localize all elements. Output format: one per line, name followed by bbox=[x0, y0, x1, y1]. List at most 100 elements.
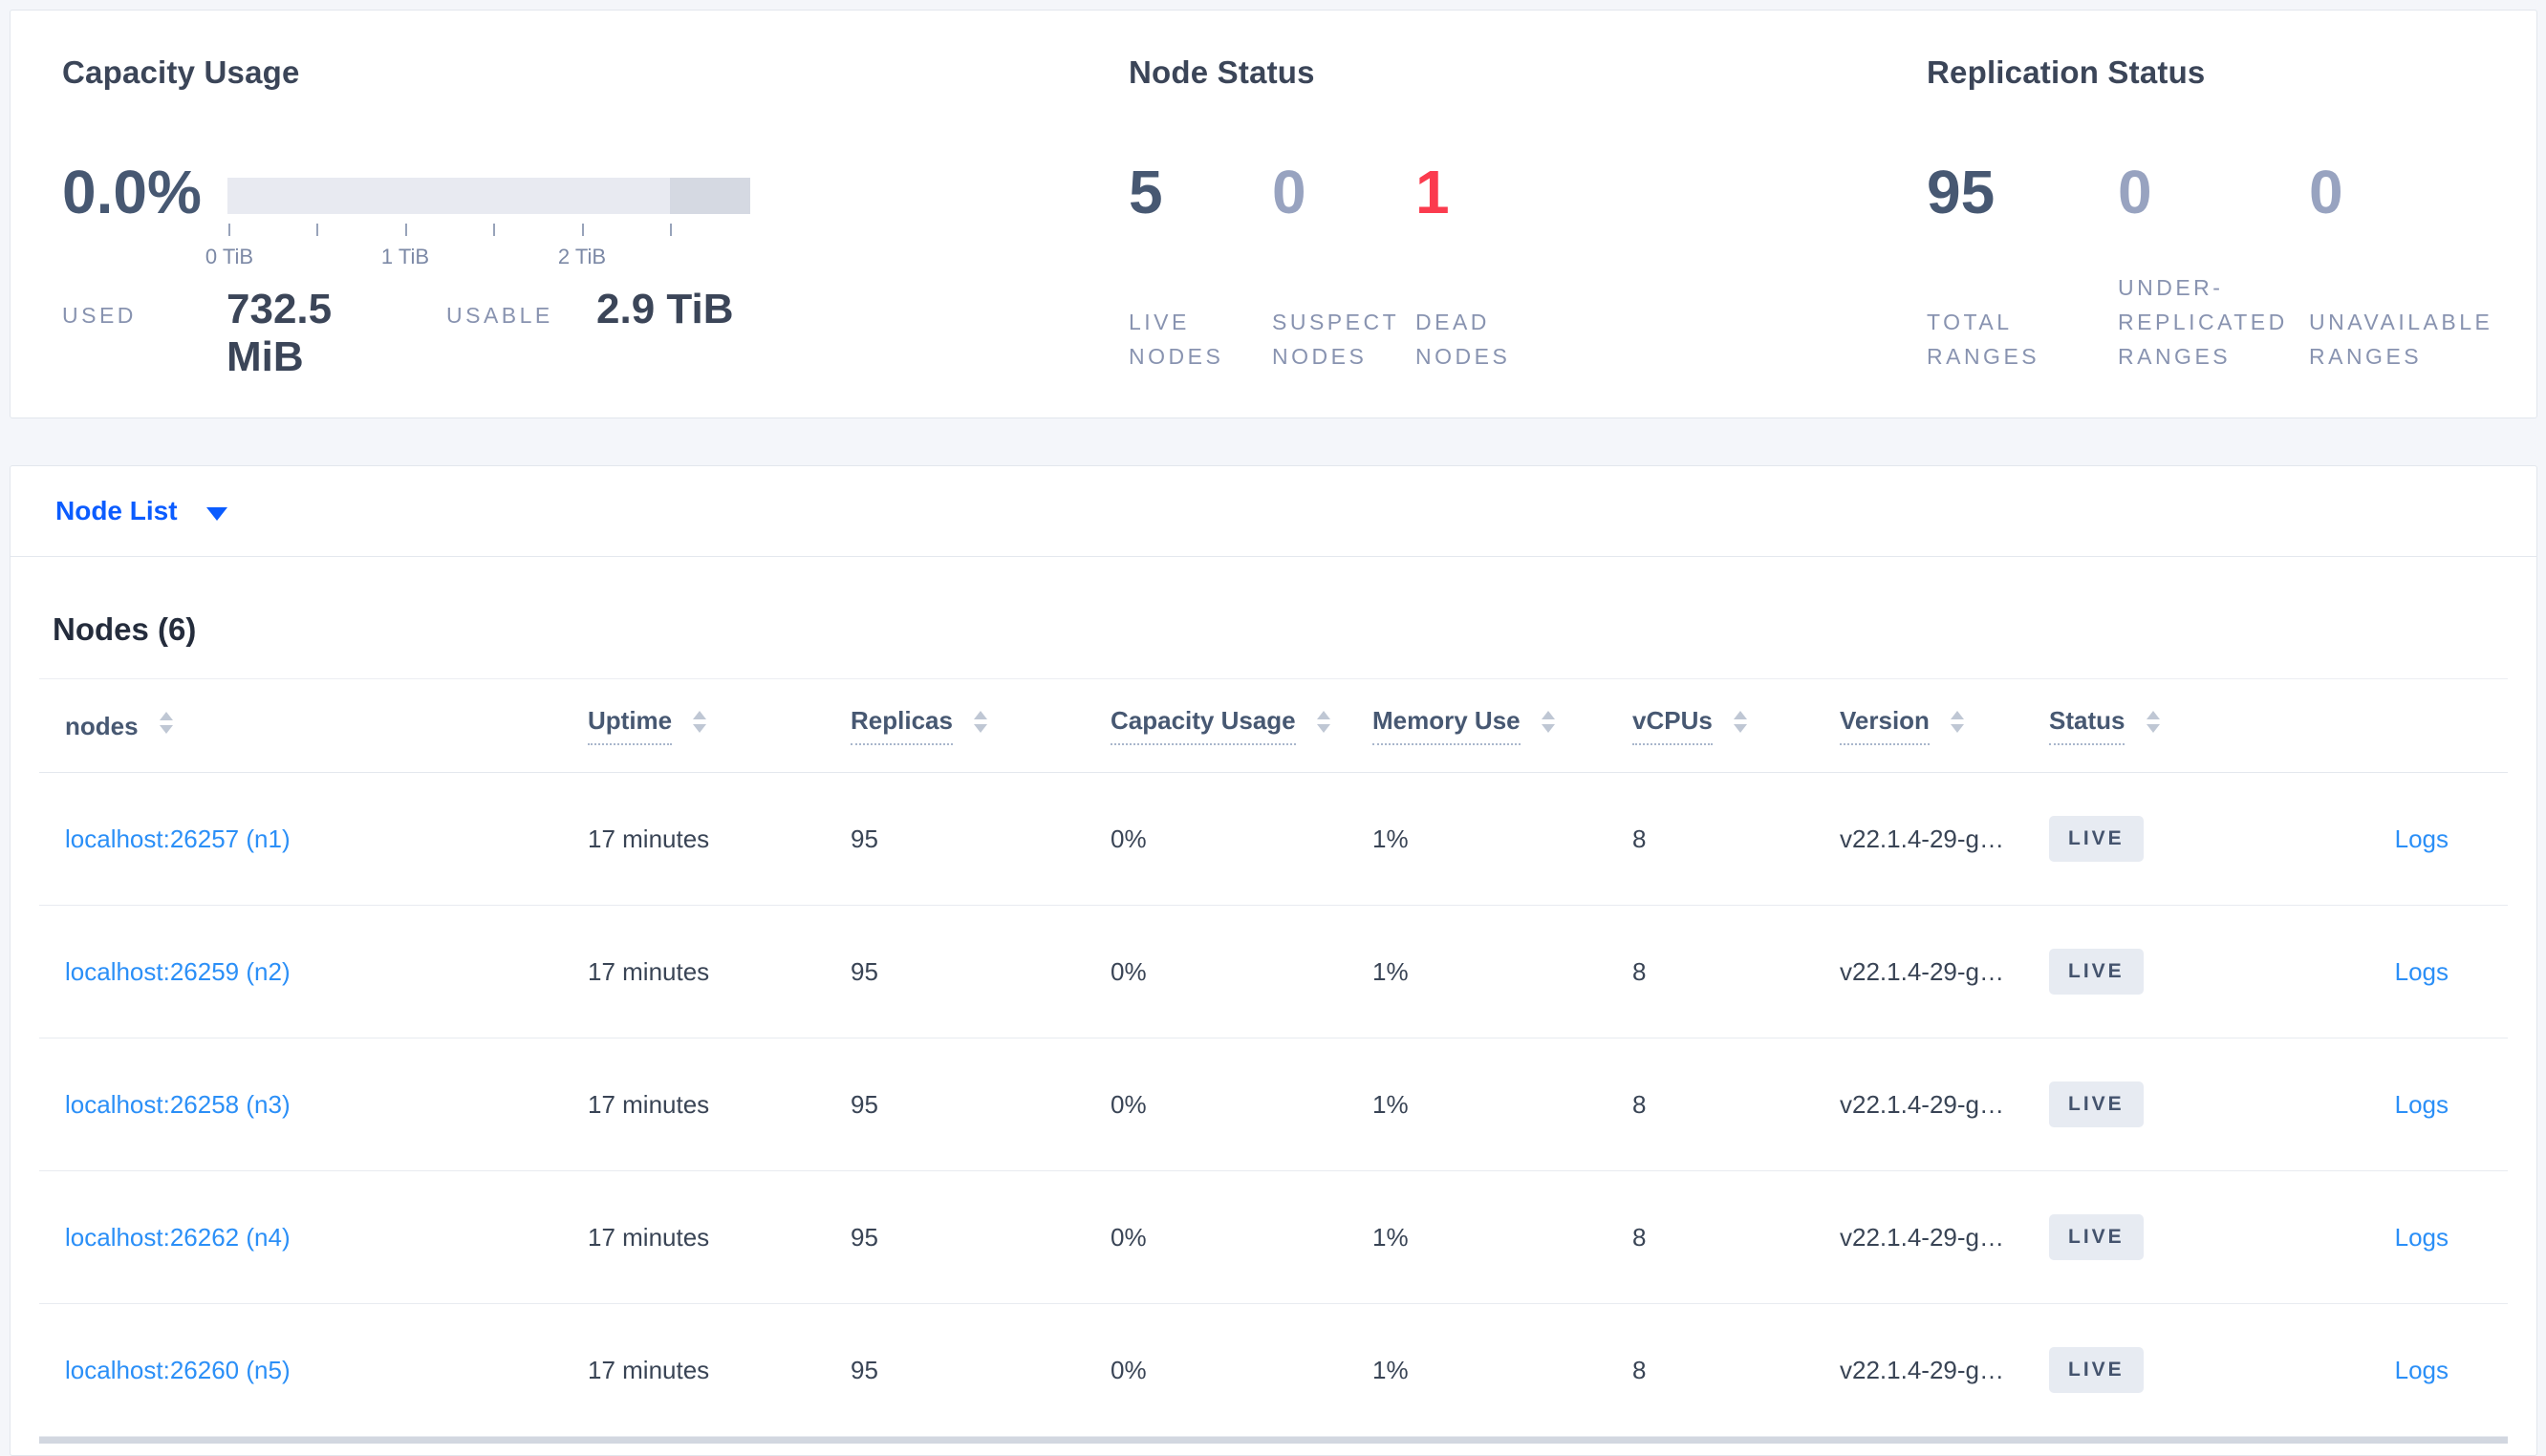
under-replicated-ranges-label: UNDER-REPLICATED RANGES bbox=[2118, 275, 2288, 369]
total-ranges-metric: 95 TOTAL RANGES bbox=[1927, 161, 2118, 374]
table-row: localhost:26257 (n1) 17 minutes 95 0% 1%… bbox=[39, 772, 2508, 906]
logs-link[interactable]: Logs bbox=[2395, 957, 2449, 986]
axis-tick bbox=[493, 224, 495, 236]
capacity-usage-cell: 0% bbox=[1111, 1303, 1372, 1437]
sort-icon bbox=[1316, 711, 1330, 733]
usable-value: 2.9 TiB bbox=[596, 286, 734, 332]
replicas-cell: 95 bbox=[851, 905, 1111, 1038]
live-nodes-value: 5 bbox=[1129, 158, 1163, 226]
replicas-cell: 95 bbox=[851, 772, 1111, 906]
memory-use-cell: 1% bbox=[1372, 905, 1632, 1038]
axis-tick bbox=[405, 224, 407, 236]
memory-use-cell: 1% bbox=[1372, 1170, 1632, 1304]
unavailable-ranges-metric: 0 UNAVAILABLE RANGES bbox=[2309, 161, 2500, 374]
logs-link[interactable]: Logs bbox=[2395, 824, 2449, 853]
column-header-version[interactable]: Version bbox=[1840, 678, 2049, 773]
node-status-title: Node Status bbox=[1129, 54, 1315, 90]
sort-icon bbox=[1541, 711, 1555, 733]
axis-tick-label: 1 TiB bbox=[380, 245, 430, 268]
capacity-usage-cell: 0% bbox=[1111, 905, 1372, 1038]
sort-icon bbox=[974, 711, 988, 733]
vcpus-cell: 8 bbox=[1632, 905, 1840, 1038]
node-address-link[interactable]: localhost:26257 (n1) bbox=[65, 824, 291, 853]
dead-nodes-label: DEAD NODES bbox=[1415, 310, 1511, 369]
table-row: localhost:26260 (n5) 17 minutes 95 0% 1%… bbox=[39, 1303, 2508, 1437]
view-selector-dropdown[interactable]: Node List bbox=[11, 466, 2536, 557]
vcpus-cell: 8 bbox=[1632, 772, 1840, 906]
column-header-logs bbox=[2278, 678, 2508, 773]
version-cell: v22.1.4-29-g… bbox=[1840, 905, 2049, 1038]
replicas-cell: 95 bbox=[851, 1303, 1111, 1437]
axis-tick-label: 0 TiB bbox=[205, 245, 254, 268]
node-address-link[interactable]: localhost:26260 (n5) bbox=[65, 1356, 291, 1384]
replicas-cell: 95 bbox=[851, 1170, 1111, 1304]
nodes-section-title: Nodes (6) bbox=[53, 611, 197, 647]
sort-icon bbox=[159, 711, 173, 734]
replicas-cell: 95 bbox=[851, 1038, 1111, 1171]
suspect-nodes-label: SUSPECT NODES bbox=[1272, 310, 1399, 369]
unavailable-ranges-label: UNAVAILABLE RANGES bbox=[2309, 310, 2493, 369]
logs-link[interactable]: Logs bbox=[2395, 1223, 2449, 1252]
table-row: localhost:26262 (n4) 17 minutes 95 0% 1%… bbox=[39, 1170, 2508, 1304]
uptime-cell: 17 minutes bbox=[588, 905, 851, 1038]
capacity-bar-chart: 0 TiB 1 TiB 2 TiB bbox=[205, 178, 750, 283]
dead-nodes-value: 1 bbox=[1415, 158, 1450, 226]
unavailable-ranges-value: 0 bbox=[2309, 158, 2343, 226]
capacity-used-percent: 0.0% bbox=[62, 158, 202, 226]
logs-link[interactable]: Logs bbox=[2395, 1090, 2449, 1119]
column-header-memory-use[interactable]: Memory Use bbox=[1372, 678, 1632, 773]
status-badge: LIVE bbox=[2049, 1214, 2144, 1260]
column-header-status[interactable]: Status bbox=[2049, 678, 2278, 773]
column-header-capacity-usage[interactable]: Capacity Usage bbox=[1111, 678, 1372, 773]
axis-tick bbox=[582, 224, 584, 236]
version-cell: v22.1.4-29-g… bbox=[1840, 1303, 2049, 1437]
usable-label: USABLE bbox=[446, 303, 553, 328]
vcpus-cell: 8 bbox=[1632, 1038, 1840, 1171]
node-address-link[interactable]: localhost:26258 (n3) bbox=[65, 1090, 291, 1119]
uptime-cell: 17 minutes bbox=[588, 1038, 851, 1171]
uptime-cell: 17 minutes bbox=[588, 1303, 851, 1437]
uptime-cell: 17 minutes bbox=[588, 772, 851, 906]
under-replicated-ranges-metric: 0 UNDER-REPLICATED RANGES bbox=[2118, 161, 2309, 374]
table-row: localhost:26258 (n3) 17 minutes 95 0% 1%… bbox=[39, 1038, 2508, 1171]
dead-nodes-metric: 1 DEAD NODES bbox=[1415, 161, 1559, 374]
status-badge: LIVE bbox=[2049, 1081, 2144, 1127]
total-ranges-label: TOTAL RANGES bbox=[1927, 310, 2040, 369]
column-header-replicas[interactable]: Replicas bbox=[851, 678, 1111, 773]
replication-status-title: Replication Status bbox=[1927, 54, 2206, 90]
axis-tick-label: 2 TiB bbox=[557, 245, 607, 268]
chevron-down-icon bbox=[205, 506, 227, 521]
nodes-section: Nodes (6) nodes Uptime Replicas Capacity… bbox=[11, 611, 2536, 1444]
memory-use-cell: 1% bbox=[1372, 1038, 1632, 1171]
suspect-nodes-metric: 0 SUSPECT NODES bbox=[1272, 161, 1415, 374]
axis-tick bbox=[670, 224, 672, 236]
logs-link[interactable]: Logs bbox=[2395, 1356, 2449, 1384]
memory-use-cell: 1% bbox=[1372, 772, 1632, 906]
vcpus-cell: 8 bbox=[1632, 1303, 1840, 1437]
node-address-link[interactable]: localhost:26262 (n4) bbox=[65, 1223, 291, 1252]
sort-icon bbox=[2146, 711, 2160, 733]
uptime-cell: 17 minutes bbox=[588, 1170, 851, 1304]
node-address-link[interactable]: localhost:26259 (n2) bbox=[65, 957, 291, 986]
column-header-vcpus[interactable]: vCPUs bbox=[1632, 678, 1840, 773]
sort-icon bbox=[693, 711, 707, 733]
total-ranges-value: 95 bbox=[1927, 158, 1996, 226]
status-badge: LIVE bbox=[2049, 816, 2144, 862]
status-badge: LIVE bbox=[2049, 1347, 2144, 1393]
axis-tick bbox=[228, 224, 230, 236]
used-label: USED bbox=[62, 303, 137, 328]
under-replicated-ranges-value: 0 bbox=[2118, 158, 2152, 226]
column-header-uptime[interactable]: Uptime bbox=[588, 678, 851, 773]
replication-status-section: Replication Status 95 TOTAL RANGES 0 UND… bbox=[1927, 11, 2519, 418]
version-cell: v22.1.4-29-g… bbox=[1840, 1038, 2049, 1171]
view-selector-label: Node List bbox=[55, 496, 178, 525]
column-header-nodes[interactable]: nodes bbox=[39, 678, 588, 773]
live-nodes-metric: 5 LIVE NODES bbox=[1129, 161, 1272, 374]
capacity-usage-cell: 0% bbox=[1111, 1170, 1372, 1304]
capacity-usage-section: Capacity Usage 0.0% 0 TiB 1 TiB 2 TiB US… bbox=[62, 11, 1075, 418]
cluster-summary-card: Capacity Usage 0.0% 0 TiB 1 TiB 2 TiB US… bbox=[10, 10, 2537, 418]
live-nodes-label: LIVE NODES bbox=[1129, 310, 1224, 369]
capacity-usage-cell: 0% bbox=[1111, 1038, 1372, 1171]
version-cell: v22.1.4-29-g… bbox=[1840, 772, 2049, 906]
version-cell: v22.1.4-29-g… bbox=[1840, 1170, 2049, 1304]
